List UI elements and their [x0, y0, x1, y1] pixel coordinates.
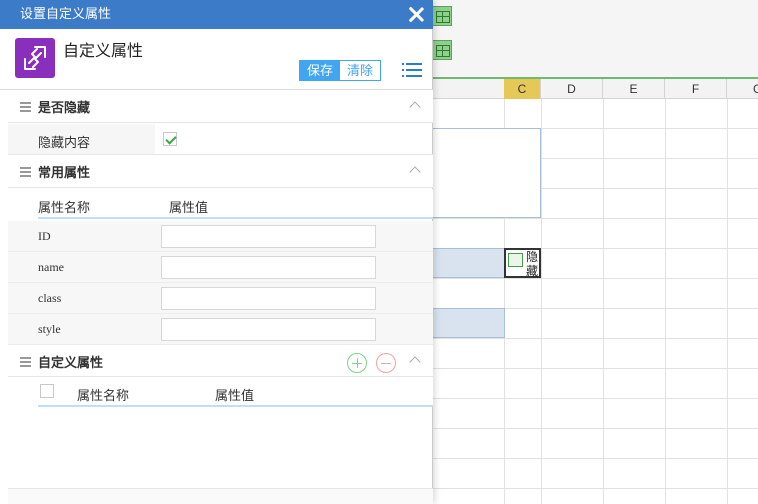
grid-line [541, 99, 542, 504]
column-header-attr-value: 属性值 [169, 200, 209, 215]
section-header-hidden[interactable]: 是否隐藏 [8, 90, 433, 123]
section-header-custom[interactable]: 自定义属性 [8, 345, 433, 377]
clear-button[interactable]: 清除 [340, 61, 381, 80]
select-all-checkbox[interactable] [40, 384, 54, 398]
add-attribute-icon[interactable] [347, 353, 367, 373]
column-header-f[interactable]: F [665, 79, 727, 99]
table-icon[interactable] [432, 6, 452, 26]
attr-value-input-style[interactable] [161, 318, 376, 341]
list-menu-icon[interactable] [402, 62, 422, 78]
attr-name-class: class [38, 291, 62, 305]
drag-handle-icon[interactable] [20, 357, 31, 367]
attr-name-style: style [38, 322, 61, 336]
chevron-up-icon[interactable] [409, 166, 421, 174]
section-title-common: 常用属性 [38, 165, 91, 180]
attr-name-id: ID [38, 229, 51, 243]
dialog-footer [8, 488, 433, 504]
column-header-g[interactable]: G [727, 79, 758, 99]
section-title-hidden: 是否隐藏 [38, 100, 91, 115]
column-header-attr-name: 属性名称 [77, 388, 130, 403]
custom-table-header: 属性名称 属性值 [38, 377, 433, 407]
section-title-custom: 自定义属性 [38, 355, 104, 370]
custom-attribute-dialog: 设置自定义属性 自定义属性 保存 清除 是否隐藏 隐藏内容 常用属性 属性名称 … [0, 0, 433, 504]
custom-attribute-app-icon [15, 38, 55, 78]
selected-cell-band[interactable] [430, 308, 505, 338]
hidden-cell-label: 隐藏 [526, 250, 539, 278]
column-header-attr-name: 属性名称 [38, 200, 91, 215]
chevron-up-icon[interactable] [409, 356, 421, 364]
hide-content-label: 隐藏内容 [38, 135, 91, 150]
attr-value-input-class[interactable] [161, 287, 376, 310]
column-header-d[interactable]: D [541, 79, 603, 99]
save-button[interactable]: 保存 [300, 61, 341, 80]
selected-cell-band[interactable] [430, 248, 505, 278]
attr-name-name: name [38, 260, 64, 274]
dialog-header: 自定义属性 保存 清除 [0, 29, 433, 90]
drag-handle-icon[interactable] [20, 102, 31, 112]
action-button-group: 保存 清除 [299, 60, 382, 81]
drag-handle-icon[interactable] [20, 167, 31, 177]
grid-line [665, 99, 666, 504]
grid-line [727, 99, 728, 504]
table-icon-2[interactable] [432, 40, 452, 60]
hidden-content-cell[interactable]: 隐藏 [504, 248, 541, 278]
dialog-title: 设置自定义属性 [20, 6, 112, 21]
column-header-e[interactable]: E [603, 79, 665, 99]
table-row: style [8, 314, 433, 345]
dialog-title-bar[interactable]: 设置自定义属性 [0, 0, 433, 29]
remove-attribute-icon[interactable] [376, 353, 396, 373]
hide-content-row: 隐藏内容 [8, 124, 433, 155]
column-header-c[interactable]: C [504, 79, 541, 99]
grid-line [603, 99, 604, 504]
table-row: class [8, 283, 433, 314]
section-header-common[interactable]: 常用属性 [8, 155, 433, 188]
merged-cell-region[interactable] [430, 128, 541, 218]
table-row: ID [8, 221, 433, 252]
hide-content-checkbox[interactable] [163, 132, 177, 146]
attr-value-input-id[interactable] [161, 225, 376, 248]
swap-arrows-icon [24, 46, 46, 70]
cell-widget-icon [508, 253, 523, 267]
attr-value-input-name[interactable] [161, 256, 376, 279]
dialog-header-title: 自定义属性 [63, 43, 144, 60]
table-row: name [8, 252, 433, 283]
column-header-attr-value: 属性值 [215, 388, 255, 403]
close-icon[interactable] [408, 6, 425, 23]
chevron-up-icon[interactable] [409, 101, 421, 109]
common-table-header: 属性名称 属性值 [38, 189, 433, 219]
